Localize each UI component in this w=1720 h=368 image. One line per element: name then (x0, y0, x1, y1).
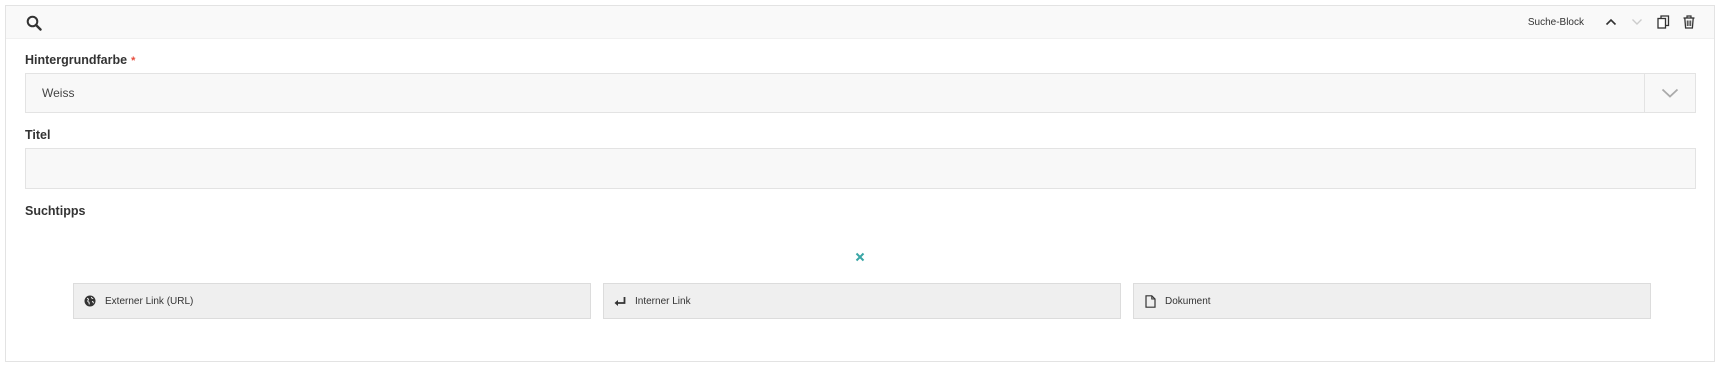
external-link-button[interactable]: Externer Link (URL) (73, 283, 591, 319)
title-label: Titel (25, 128, 51, 142)
background-color-label-text: Hintergrundfarbe (25, 53, 128, 67)
search-tips-label: Suchtipps (25, 204, 86, 218)
block-toolbar: Suche-Block (1528, 6, 1702, 38)
move-down-button[interactable] (1624, 6, 1650, 38)
select-toggle[interactable] (1644, 74, 1695, 112)
copy-button[interactable] (1650, 6, 1676, 38)
search-block: Suche-Block Hintergrundfarbe * Weiss Tit… (5, 5, 1715, 362)
internal-link-button[interactable]: Interner Link (603, 283, 1121, 319)
chevron-up-icon (1605, 18, 1617, 26)
close-icon (855, 252, 865, 262)
chevron-down-icon (1661, 88, 1679, 98)
document-icon (1143, 294, 1157, 308)
remove-button[interactable] (853, 250, 867, 264)
background-color-select[interactable]: Weiss (25, 73, 1696, 113)
copy-icon (1656, 15, 1669, 29)
delete-button[interactable] (1676, 6, 1702, 38)
document-label: Dokument (1165, 295, 1211, 307)
chevron-down-icon (1632, 19, 1642, 25)
block-type-label: Suche-Block (1527, 16, 1584, 28)
internal-link-label: Interner Link (635, 295, 691, 307)
title-input[interactable] (25, 148, 1696, 189)
external-link-label: Externer Link (URL) (105, 295, 194, 307)
background-color-label: Hintergrundfarbe * (25, 53, 135, 67)
enter-arrow-icon (613, 294, 627, 308)
move-up-button[interactable] (1598, 6, 1624, 38)
document-button[interactable]: Dokument (1133, 283, 1651, 319)
block-header: Suche-Block (6, 6, 1714, 39)
search-icon (26, 15, 42, 31)
globe-icon (83, 294, 97, 308)
required-marker: * (131, 55, 136, 67)
background-color-value: Weiss (42, 86, 75, 100)
trash-icon (1683, 15, 1695, 29)
